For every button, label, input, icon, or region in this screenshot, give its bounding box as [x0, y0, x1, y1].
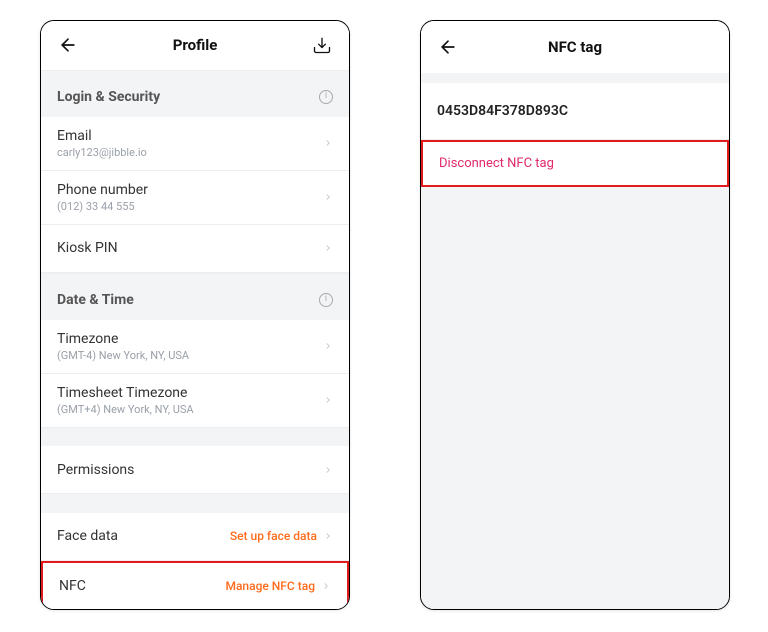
section-title: Login & Security — [57, 89, 160, 105]
row-label: NFC — [59, 578, 86, 594]
section-gap — [41, 428, 349, 447]
row-value: (GMT+4) New York, NY, USA — [57, 403, 194, 416]
row-timesheet-timezone[interactable]: Timesheet Timezone (GMT+4) New York, NY,… — [41, 374, 349, 428]
row-label: Email — [57, 128, 147, 144]
info-icon[interactable]: i — [319, 90, 333, 104]
nfc-tag-screen: NFC tag 0453D84F378D893C Disconnect NFC … — [420, 20, 730, 610]
chevron-right-icon — [323, 393, 333, 407]
row-face-data[interactable]: Face data Set up face data — [41, 513, 349, 561]
row-value: carly123@jibble.io — [57, 146, 147, 159]
section-title: Date & Time — [57, 292, 134, 308]
page-title: Profile — [173, 36, 218, 54]
section-gap — [41, 494, 349, 513]
row-value: (GMT-4) New York, NY, USA — [57, 349, 189, 362]
row-label: Timesheet Timezone — [57, 385, 194, 401]
row-label: Timezone — [57, 331, 189, 347]
row-label: Kiosk PIN — [57, 240, 118, 256]
empty-area — [421, 187, 729, 609]
nfc-header: NFC tag — [421, 21, 729, 73]
row-value: (012) 33 44 555 — [57, 200, 148, 213]
profile-header: Profile — [41, 21, 349, 70]
row-label: Phone number — [57, 182, 148, 198]
chevron-right-icon — [323, 241, 333, 255]
row-permissions[interactable]: Permissions — [41, 446, 349, 494]
download-tray-icon — [312, 35, 332, 55]
row-kiosk-pin[interactable]: Kiosk PIN — [41, 225, 349, 273]
chevron-right-icon — [323, 136, 333, 150]
row-nfc[interactable]: NFC Manage NFC tag — [41, 561, 349, 609]
download-button[interactable] — [311, 34, 333, 56]
back-button[interactable] — [437, 36, 459, 58]
row-timezone[interactable]: Timezone (GMT-4) New York, NY, USA — [41, 320, 349, 374]
chevron-right-icon — [323, 463, 333, 477]
chevron-right-icon — [323, 529, 333, 543]
row-email[interactable]: Email carly123@jibble.io — [41, 117, 349, 171]
row-phone[interactable]: Phone number (012) 33 44 555 — [41, 171, 349, 225]
disconnect-nfc-button[interactable]: Disconnect NFC tag — [421, 140, 729, 187]
profile-screen: Profile Login & Security i Email carly12… — [40, 20, 350, 610]
chevron-right-icon — [321, 579, 331, 593]
arrow-left-icon — [438, 37, 458, 57]
chevron-right-icon — [323, 190, 333, 204]
row-label: Permissions — [57, 462, 134, 478]
arrow-left-icon — [58, 35, 78, 55]
chevron-right-icon — [323, 339, 333, 353]
face-data-action: Set up face data — [230, 529, 317, 543]
back-button[interactable] — [57, 34, 79, 56]
section-date-time: Date & Time i — [41, 273, 349, 320]
section-login-security: Login & Security i — [41, 70, 349, 117]
nfc-id-value: 0453D84F378D893C — [421, 83, 729, 140]
nfc-action: Manage NFC tag — [225, 579, 315, 593]
info-icon[interactable]: i — [319, 293, 333, 307]
page-title: NFC tag — [548, 38, 602, 56]
row-label: Face data — [57, 528, 118, 544]
section-gap — [421, 73, 729, 83]
